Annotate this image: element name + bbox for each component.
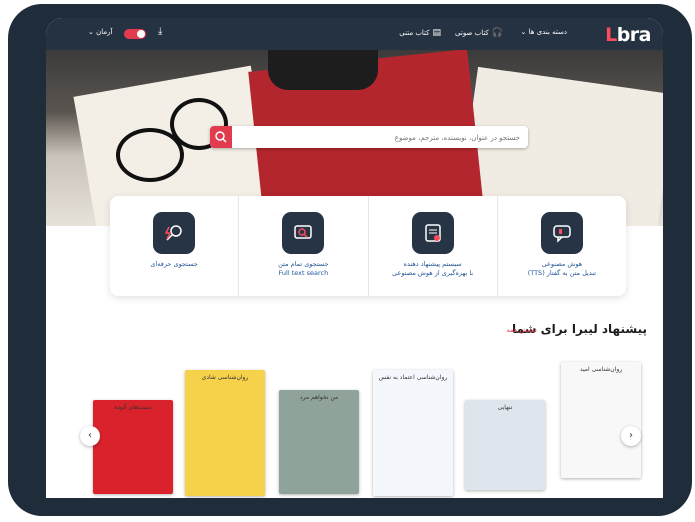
feature-tts-text: هوش مصنوعی تبدیل متن به گفتار (TTS) — [527, 260, 597, 277]
nav-text-books-label: کتاب متنی — [399, 29, 430, 37]
headphones-icon: 🎧 — [491, 28, 503, 38]
book-title: روان‌شناسی شادی — [201, 374, 249, 381]
top-navbar: Lbra دسته بندی ها ⌄ 🎧کتاب صوتی ▤کتاب متن… — [46, 18, 663, 50]
features-card: هوش مصنوعی تبدیل متن به گفتار (TTS) سیستم… — [110, 196, 626, 296]
chevron-left-icon: ‹ — [88, 430, 92, 441]
carousel-prev-button[interactable]: ‹ — [80, 426, 100, 446]
nav-text-books[interactable]: ▤کتاب متنی — [399, 28, 441, 38]
book-card[interactable]: روان‌شناسی امید — [561, 362, 641, 478]
nav-categories-label: دسته بندی ها — [528, 28, 567, 36]
nav-audio-books[interactable]: 🎧کتاب صوتی — [455, 28, 503, 38]
feature-fulltext-text: جستجوی تمام متن Full text search — [278, 260, 329, 277]
show-all-link[interactable]: نمایش همه — [507, 326, 537, 334]
book-icon: ▤ — [432, 28, 441, 38]
document-icon — [411, 212, 454, 254]
search-button[interactable] — [210, 126, 232, 148]
chevron-right-icon: › — [629, 430, 633, 441]
carousel-next-button[interactable]: › — [621, 426, 641, 446]
toggle-knob — [137, 30, 145, 38]
feature-advanced-search[interactable]: جستجوی حرفه‌ای — [110, 196, 240, 296]
book-card[interactable]: من نخواهم مرد — [279, 390, 359, 494]
user-name: آرمان — [96, 28, 113, 36]
book-card[interactable]: دست‌های آلوده — [93, 400, 173, 494]
feature-tts[interactable]: هوش مصنوعی تبدیل متن به گفتار (TTS) — [498, 196, 626, 296]
app-screen: Lbra دسته بندی ها ⌄ 🎧کتاب صوتی ▤کتاب متن… — [46, 18, 663, 498]
libra-logo[interactable]: Lbra — [605, 24, 651, 46]
search-bar — [210, 126, 528, 148]
laptop-frame: Lbra دسته بندی ها ⌄ 🎧کتاب صوتی ▤کتاب متن… — [8, 4, 692, 516]
search-icon — [215, 131, 227, 143]
book-card[interactable]: روان‌شناسی اعتماد به نفس — [373, 370, 453, 496]
book-title: دست‌های آلوده — [114, 404, 152, 411]
book-title: من نخواهم مرد — [299, 394, 339, 401]
chevron-down-icon: ⌄ — [88, 28, 94, 36]
theme-toggle[interactable] — [124, 29, 146, 39]
hero-mug — [268, 50, 378, 90]
user-menu[interactable]: ⌄ آرمان — [88, 28, 112, 36]
feature-recommender[interactable]: سیستم پیشنهاد دهنده با بهره‌گیری از هوش م… — [369, 196, 498, 296]
nav-audio-books-label: کتاب صوتی — [455, 29, 489, 37]
speech-bubble-icon — [540, 212, 583, 254]
book-title: روان‌شناسی امید — [579, 366, 623, 373]
feature-advanced-search-text: جستجوی حرفه‌ای — [150, 260, 198, 268]
book-carousel: روان‌شناسی امید تنهایی روان‌شناسی اعتماد… — [46, 356, 663, 498]
text-search-icon — [282, 212, 325, 254]
download-icon[interactable]: ⤓ — [158, 26, 162, 37]
search-input[interactable] — [238, 129, 522, 147]
feature-recommender-text: سیستم پیشنهاد دهنده با بهره‌گیری از هوش م… — [392, 260, 474, 277]
nav-categories[interactable]: دسته بندی ها ⌄ — [521, 28, 567, 36]
book-card[interactable]: روان‌شناسی شادی — [185, 370, 265, 496]
chevron-down-icon: ⌄ — [520, 28, 527, 36]
bolt-search-icon — [153, 212, 196, 254]
book-card[interactable]: تنهایی — [465, 400, 545, 490]
book-title: تنهایی — [497, 404, 513, 411]
book-title: روان‌شناسی اعتماد به نفس — [378, 374, 448, 381]
feature-fulltext[interactable]: جستجوی تمام متن Full text search — [239, 196, 369, 296]
